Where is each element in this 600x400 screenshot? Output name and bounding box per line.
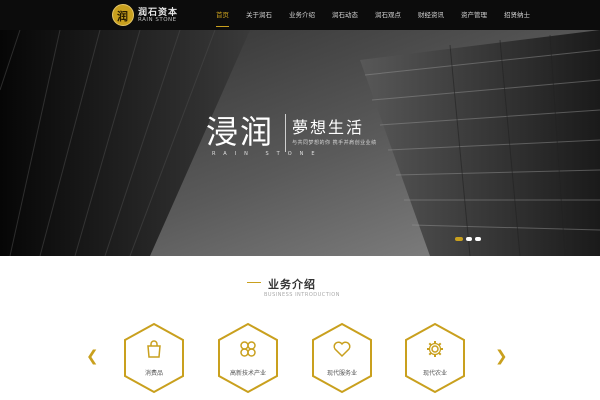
nav-item-asset[interactable]: 资产管理 (461, 0, 487, 30)
slider-dots (455, 237, 481, 241)
hero-subtitle: 与共同梦想的你 携手并肩创业业绩 (292, 140, 377, 146)
clover-icon (240, 341, 256, 357)
nav-item-home[interactable]: 首页 (216, 0, 229, 30)
nav-item-careers[interactable]: 招贤纳士 (504, 0, 530, 30)
top-nav: 润 润石资本 RAIN STONE 首页 关于润石 业务介绍 润石动态 润石观点… (0, 0, 600, 30)
nav-menu: 首页 关于润石 业务介绍 润石动态 润石观点 财经资讯 资产管理 招贤纳士 (216, 0, 547, 30)
section-subtitle: BUSINESS INTRODUCTION (264, 292, 340, 298)
nav-item-business[interactable]: 业务介绍 (289, 0, 315, 30)
hero-slogan: 夢想生活 (292, 118, 365, 137)
slider-dot[interactable] (466, 237, 472, 241)
hero-divider (285, 114, 286, 152)
nav-item-about[interactable]: 关于润石 (246, 0, 272, 30)
card-modern-service[interactable]: 现代服务业 (310, 322, 374, 394)
gear-icon (427, 341, 443, 357)
card-modern-agriculture[interactable]: 现代农业 (403, 322, 467, 394)
logo-glyph: 润 (117, 10, 128, 23)
section-title: 业务介绍 (268, 278, 316, 291)
card-label: 消费品 (144, 370, 163, 377)
heart-icon (333, 341, 351, 358)
shopping-bag-icon (147, 340, 161, 358)
logo-icon[interactable]: 润 (112, 4, 134, 26)
card-label: 现代农业 (422, 370, 447, 377)
hero-subtitle-en: RAIN STONE (212, 151, 323, 157)
next-arrow-icon[interactable]: ❯ (495, 349, 508, 364)
card-hi-tech[interactable]: 高新技术产业 (216, 322, 280, 394)
slider-dot[interactable] (455, 237, 463, 241)
card-consumer-goods[interactable]: 消费品 (122, 322, 186, 394)
nav-item-finance[interactable]: 财经资讯 (418, 0, 444, 30)
hero-banner[interactable]: 浸润 夢想生活 与共同梦想的你 携手并肩创业业绩 RAIN STONE (0, 30, 600, 256)
brand-name-en: RAIN STONE (138, 17, 177, 23)
card-label: 高新技术产业 (229, 370, 266, 377)
slider-dot[interactable] (475, 237, 481, 241)
nav-item-news[interactable]: 润石动态 (332, 0, 358, 30)
nav-item-views[interactable]: 润石观点 (375, 0, 401, 30)
card-label: 现代服务业 (326, 370, 357, 377)
section-title-dash (247, 282, 261, 283)
hero-title: 浸润 (206, 113, 275, 151)
prev-arrow-icon[interactable]: ❮ (86, 349, 99, 364)
